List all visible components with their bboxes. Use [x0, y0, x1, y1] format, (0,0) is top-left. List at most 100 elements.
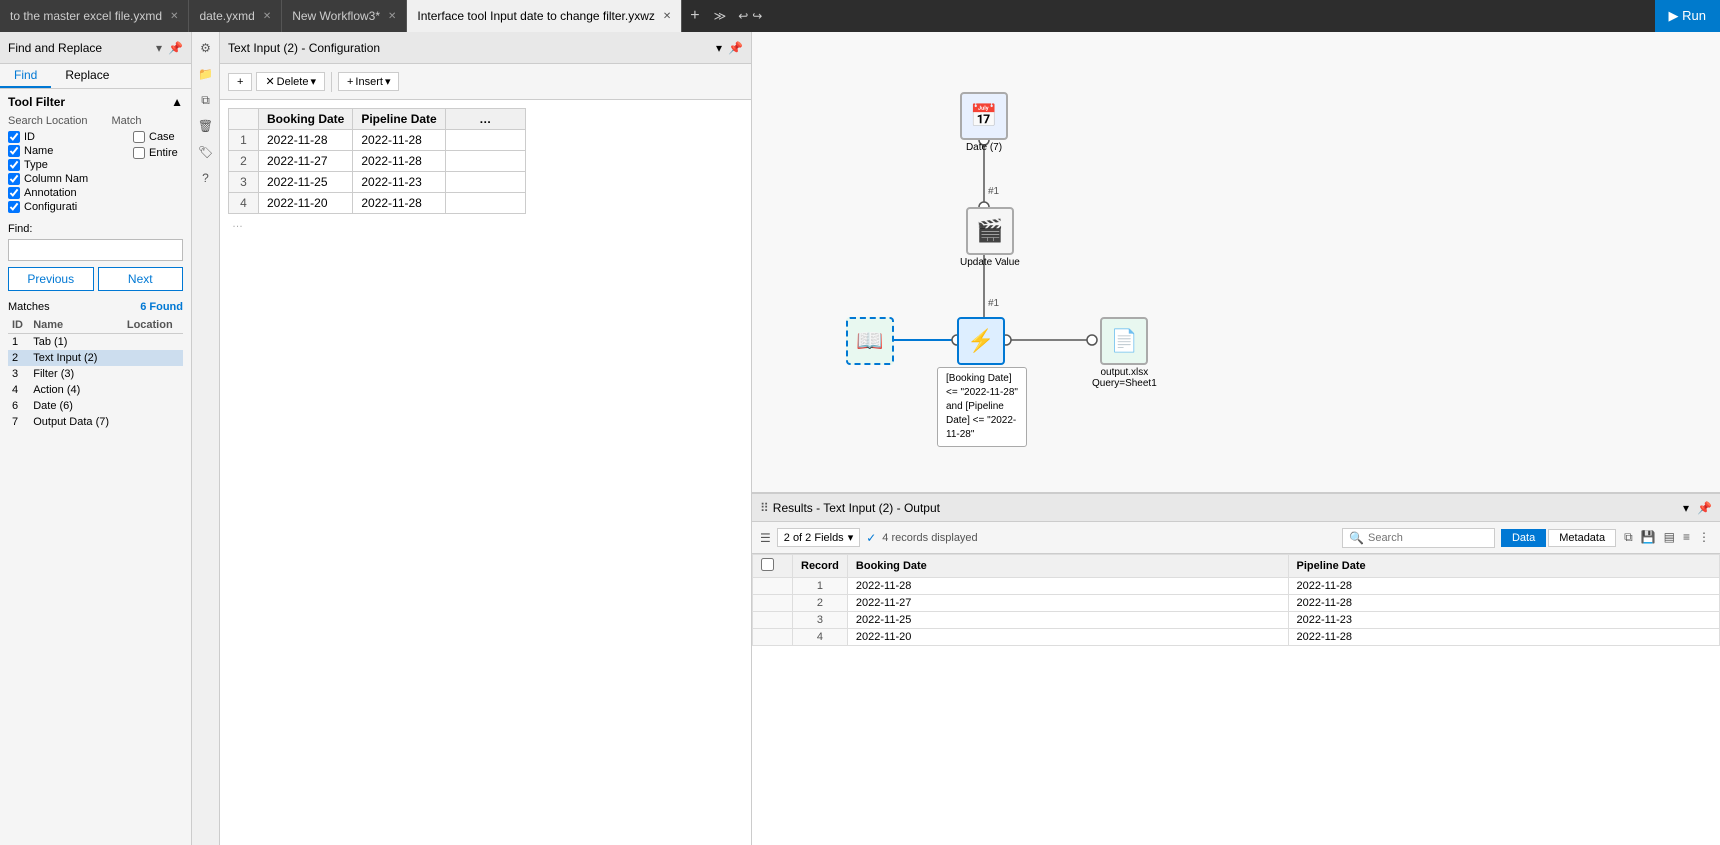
- row-select[interactable]: [753, 612, 793, 629]
- checkbox-annotation-input[interactable]: [8, 187, 20, 199]
- tab-add-button[interactable]: +: [682, 7, 707, 25]
- copy-icon[interactable]: ⧉: [1622, 528, 1635, 547]
- find-input[interactable]: [8, 239, 183, 261]
- results-dropdown-icon[interactable]: ▾: [1683, 501, 1689, 515]
- filter-node[interactable]: ⚡ [Booking Date]<= "2022-11-28"and [Pipe…: [957, 317, 1005, 365]
- col-booking-date[interactable]: Booking Date: [259, 109, 353, 130]
- match-row[interactable]: 2 Text Input (2): [8, 350, 183, 366]
- row-pipeline-date: 2022-11-28: [1288, 595, 1719, 612]
- match-id: 6: [8, 398, 29, 414]
- undo-icon[interactable]: ↩: [738, 9, 748, 23]
- tab-close-icon[interactable]: ✕: [663, 11, 671, 22]
- booking-date-cell[interactable]: 2022-11-20: [259, 193, 353, 214]
- collapse-icon[interactable]: ▲: [171, 95, 183, 109]
- row-booking-date: 2022-11-20: [847, 629, 1288, 646]
- output-node[interactable]: 📄 output.xlsxQuery=Sheet1: [1092, 317, 1157, 389]
- side-icon-help[interactable]: ?: [194, 166, 218, 190]
- tab-label: New Workflow3*: [292, 9, 380, 23]
- results-col-booking-date[interactable]: Booking Date: [847, 555, 1288, 578]
- checkbox-type-input[interactable]: [8, 159, 20, 171]
- matches-table: ID Name Location 1 Tab (1) 2 Text Input …: [8, 317, 183, 430]
- results-col-pipeline-date[interactable]: Pipeline Date: [1288, 555, 1719, 578]
- side-icon-settings[interactable]: ⚙: [194, 36, 218, 60]
- update-node[interactable]: 🎬 Update Value: [960, 207, 1020, 268]
- insert-dropdown-icon[interactable]: ▾: [385, 75, 391, 88]
- pin-icon[interactable]: 📌: [168, 41, 183, 55]
- side-icon-browse[interactable]: 📁: [194, 62, 218, 86]
- search-location-row: Search Location Match: [8, 115, 183, 127]
- pipeline-date-cell[interactable]: 2022-11-28: [353, 130, 445, 151]
- tool-filter-header[interactable]: Tool Filter ▲: [8, 95, 183, 109]
- results-col-checkbox[interactable]: [753, 555, 793, 578]
- center-data-grid: Booking Date Pipeline Date … 1 2022-11-2…: [228, 108, 526, 214]
- search-input[interactable]: [1368, 532, 1488, 544]
- match-row[interactable]: 4 Action (4): [8, 382, 183, 398]
- row-booking-date: 2022-11-27: [847, 595, 1288, 612]
- booking-date-cell[interactable]: 2022-11-27: [259, 151, 353, 172]
- filter-node-box: ⚡: [957, 317, 1005, 365]
- filter-icon[interactable]: ▤: [1662, 528, 1677, 547]
- booking-date-cell[interactable]: 2022-11-25: [259, 172, 353, 193]
- grid-corner: [229, 109, 259, 130]
- row-select[interactable]: [753, 629, 793, 646]
- previous-button[interactable]: Previous: [8, 267, 94, 291]
- match-row[interactable]: 3 Filter (3): [8, 366, 183, 382]
- side-icon-tag[interactable]: 🏷: [194, 140, 218, 164]
- run-button[interactable]: ▶ Run: [1655, 0, 1720, 32]
- fields-dropdown[interactable]: 2 of 2 Fields ▾: [777, 528, 860, 547]
- insert-button[interactable]: + Insert ▾: [338, 72, 399, 91]
- next-button[interactable]: Next: [98, 267, 184, 291]
- select-all-checkbox[interactable]: [761, 558, 774, 571]
- columns-icon[interactable]: ≡: [1681, 528, 1692, 547]
- match-row[interactable]: 6 Date (6): [8, 398, 183, 414]
- booking-date-cell[interactable]: 2022-11-28: [259, 130, 353, 151]
- delete-dropdown-icon[interactable]: ▾: [310, 75, 316, 88]
- checkbox-entire-input[interactable]: [133, 147, 145, 159]
- delete-button[interactable]: ✕ Delete ▾: [256, 72, 325, 91]
- canvas-area[interactable]: #1 #1 📅 Date (7) 🎬 Update Value: [752, 32, 1720, 492]
- replace-tab[interactable]: Replace: [51, 64, 123, 88]
- tab-overflow-button[interactable]: ≫: [708, 9, 733, 23]
- checkbox-colname-input[interactable]: [8, 173, 20, 185]
- pipeline-date-cell[interactable]: 2022-11-28: [353, 151, 445, 172]
- checkbox-name-input[interactable]: [8, 145, 20, 157]
- tab-close-icon[interactable]: ✕: [263, 11, 271, 22]
- side-icon-delete[interactable]: 🗑: [194, 114, 218, 138]
- more-icon[interactable]: ⋮: [1696, 528, 1712, 547]
- metadata-tab[interactable]: Metadata: [1548, 529, 1616, 547]
- pipeline-date-cell[interactable]: 2022-11-28: [353, 193, 445, 214]
- tab-label: date.yxmd: [199, 9, 254, 23]
- checkbox-id-input[interactable]: [8, 131, 20, 143]
- pipeline-date-cell[interactable]: 2022-11-23: [353, 172, 445, 193]
- check-icon[interactable]: ✓: [866, 531, 876, 545]
- center-dropdown-icon[interactable]: ▾: [716, 41, 722, 55]
- checkbox-case-input[interactable]: [133, 131, 145, 143]
- data-tab[interactable]: Data: [1501, 529, 1546, 547]
- redo-icon[interactable]: ↪: [752, 9, 762, 23]
- results-col-record[interactable]: Record: [793, 555, 848, 578]
- interface-node[interactable]: 📖: [846, 317, 894, 365]
- col-pipeline-date[interactable]: Pipeline Date: [353, 109, 445, 130]
- tab-close-icon[interactable]: ✕: [170, 11, 178, 22]
- center-pin-icon[interactable]: 📌: [728, 41, 743, 55]
- tab-new-workflow[interactable]: New Workflow3* ✕: [282, 0, 407, 32]
- date-node[interactable]: 📅 Date (7): [960, 92, 1008, 153]
- add-row-button[interactable]: +: [228, 73, 252, 91]
- row-select[interactable]: [753, 595, 793, 612]
- find-tab[interactable]: Find: [0, 64, 51, 88]
- col-name: Name: [29, 317, 123, 334]
- tab-date[interactable]: date.yxmd ✕: [189, 0, 282, 32]
- results-pin-icon[interactable]: 📌: [1697, 501, 1712, 515]
- row-select[interactable]: [753, 578, 793, 595]
- tab-interface-tool[interactable]: Interface tool Input date to change filt…: [407, 0, 682, 32]
- search-icon: 🔍: [1349, 531, 1364, 545]
- match-row[interactable]: 7 Output Data (7): [8, 414, 183, 430]
- save-icon[interactable]: 💾: [1639, 528, 1658, 547]
- tab-close-icon[interactable]: ✕: [388, 11, 396, 22]
- match-name: Text Input (2): [29, 350, 123, 366]
- tab-master-excel[interactable]: to the master excel file.yxmd ✕: [0, 0, 189, 32]
- match-row[interactable]: 1 Tab (1): [8, 334, 183, 351]
- dropdown-icon[interactable]: ▾: [156, 41, 162, 55]
- side-icon-copy[interactable]: ⧉: [194, 88, 218, 112]
- checkbox-config-input[interactable]: [8, 201, 20, 213]
